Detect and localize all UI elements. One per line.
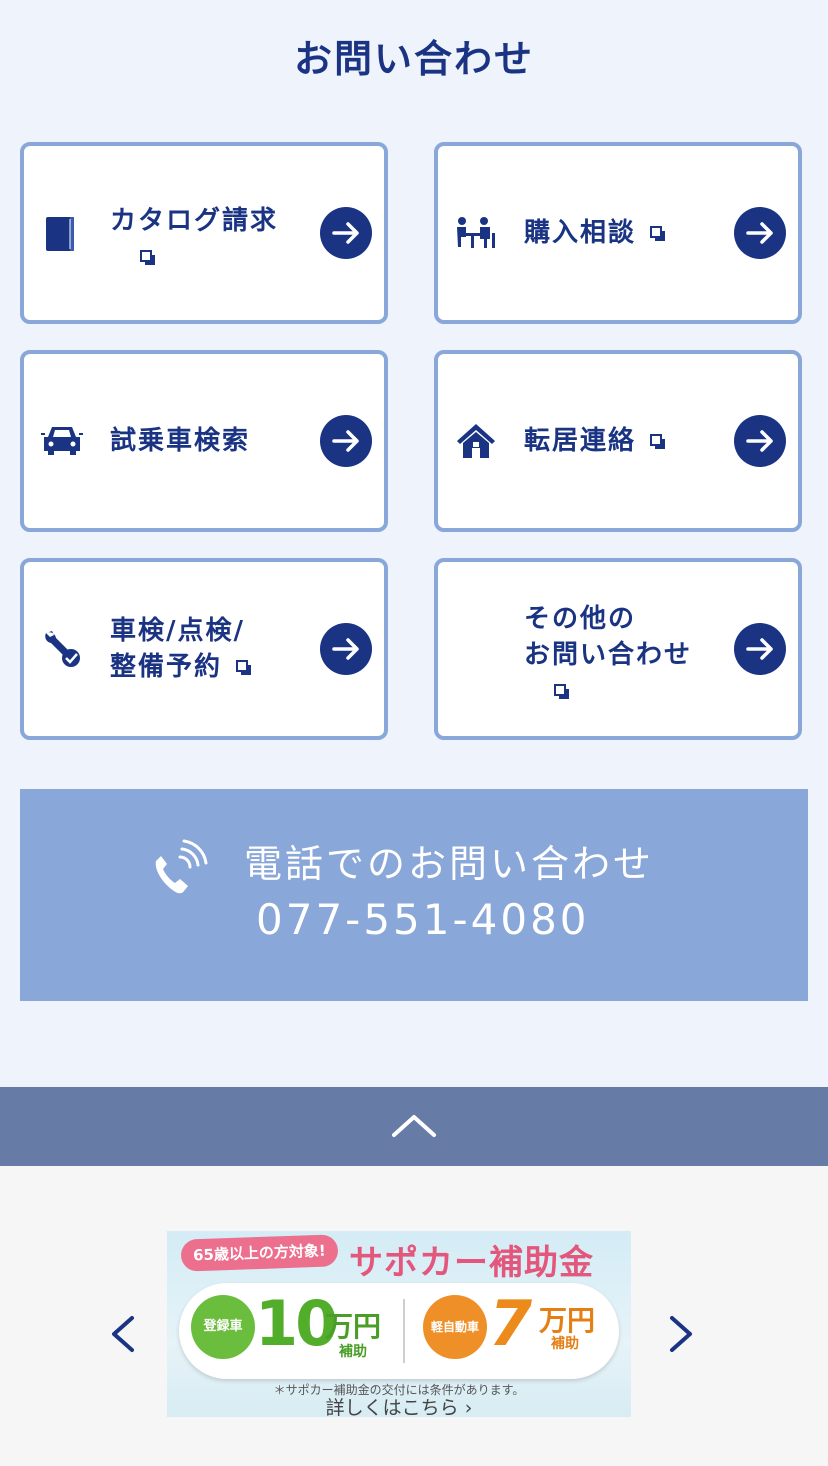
chevron-up-icon [392, 1115, 436, 1137]
registered-amount: 10 [255, 1287, 338, 1360]
chevron-left-icon[interactable] [102, 1312, 146, 1356]
phone-number: 077-551-4080 [256, 895, 590, 944]
card-label: 車検/点検/ 整備予約 [110, 613, 310, 685]
phone-icon [155, 839, 208, 894]
arrow-right-icon [734, 207, 786, 259]
card-other-inquiry[interactable]: その他の お問い合わせ [434, 558, 802, 740]
card-moving-notice[interactable]: 転居連絡 [434, 350, 802, 532]
external-link-icon [236, 659, 252, 675]
house-icon [457, 424, 495, 458]
consultation-people-icon [457, 217, 495, 248]
page-top-button[interactable] [0, 1087, 828, 1166]
catalog-book-icon [46, 217, 74, 251]
arrow-right-icon [320, 623, 372, 675]
kei-sub: 補助 [551, 1336, 579, 1352]
phone-label: 電話でのお問い合わせ [244, 842, 655, 886]
subsidy-banner[interactable]: 65歳以上の方対象! サポカー補助金 登録車 10 万円 補助 軽自動車 7 万… [167, 1231, 631, 1417]
card-label: カタログ請求 [110, 203, 310, 265]
wrench-icon [45, 631, 80, 667]
external-link-icon [650, 433, 666, 449]
banner-badge: 65歳以上の方対象! [180, 1234, 339, 1272]
banner-title: サポカー補助金 [349, 1243, 594, 1283]
card-inspection-reservation[interactable]: 車検/点検/ 整備予約 [20, 558, 388, 740]
arrow-right-icon [320, 415, 372, 467]
external-link-icon [554, 683, 569, 699]
banner-divider [403, 1299, 405, 1363]
card-purchase-consultation[interactable]: 購入相談 [434, 142, 802, 324]
car-icon [41, 427, 83, 455]
phone-inquiry-button[interactable]: 電話でのお問い合わせ 077-551-4080 [20, 789, 808, 1001]
page-title: お問い合わせ [293, 37, 534, 81]
registered-unit: 万円 [325, 1310, 382, 1343]
card-label: 試乗車検索 [110, 426, 251, 456]
chevron-right-icon[interactable] [658, 1312, 702, 1356]
arrow-right-icon [734, 623, 786, 675]
kei-amount: 7 [489, 1287, 533, 1360]
registered-sub: 補助 [339, 1344, 367, 1360]
external-link-icon [140, 249, 155, 265]
card-label: 転居連絡 [524, 423, 724, 459]
arrow-right-icon [734, 415, 786, 467]
card-label: その他の お問い合わせ [524, 601, 724, 699]
kei-car-badge: 軽自動車 [423, 1295, 487, 1359]
arrow-right-icon [320, 207, 372, 259]
registered-car-badge: 登録車 [191, 1295, 255, 1359]
external-link-icon [650, 225, 666, 241]
card-catalog-request[interactable]: カタログ請求 [20, 142, 388, 324]
card-test-drive-search[interactable]: 試乗車検索 [20, 350, 388, 532]
card-label: 購入相談 [524, 215, 724, 251]
banner-more-link[interactable]: 詳しくはこちら › [167, 1393, 631, 1417]
